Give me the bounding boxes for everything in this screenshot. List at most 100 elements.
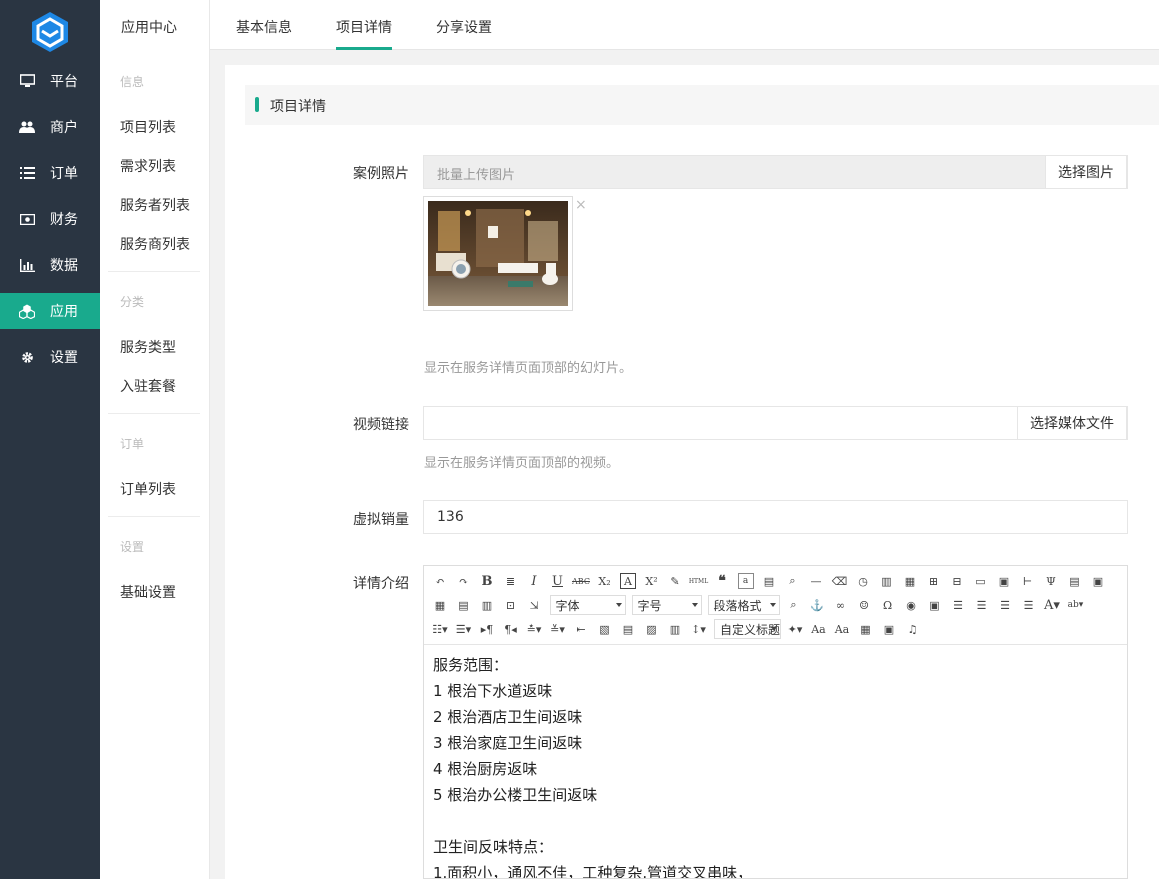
nav-item-data[interactable]: 数据 [0, 247, 100, 283]
text-case-lower-icon[interactable]: Aa [834, 621, 850, 637]
underline-icon[interactable]: U [550, 573, 566, 589]
align-center-icon[interactable]: ☰ [997, 597, 1013, 613]
horizontal-rule-icon[interactable]: — [808, 573, 824, 589]
delete-table-icon[interactable]: ▣ [996, 573, 1012, 589]
insert-row-icon[interactable]: ⊞ [926, 573, 942, 589]
text-direction-icon[interactable]: ⇲ [526, 597, 542, 613]
link-icon[interactable]: ∞ [833, 597, 849, 613]
undo-icon[interactable]: ↶ [432, 573, 448, 589]
indent-icon[interactable]: ≣ [503, 573, 519, 589]
bold-icon[interactable]: B [479, 573, 495, 589]
time-icon[interactable]: ◷ [855, 573, 871, 589]
binoculars-icon[interactable]: ◉ [903, 597, 919, 613]
photo-thumbnail[interactable] [423, 196, 573, 311]
rtl-icon[interactable]: ¶◂ [503, 621, 519, 637]
nav-item-merchant[interactable]: 商户 [0, 109, 100, 145]
unordered-list-icon[interactable]: ☰▾ [456, 621, 472, 637]
sub-item-basic-settings[interactable]: 基础设置 [120, 582, 176, 602]
split-cell-icon[interactable]: ⊢ [1020, 573, 1036, 589]
app-logo[interactable] [30, 11, 70, 53]
sub-item-order-list[interactable]: 订单列表 [120, 479, 176, 499]
tab-share-settings[interactable]: 分享设置 [436, 17, 492, 37]
remove-photo-icon[interactable]: × [575, 197, 587, 213]
align-left-icon[interactable]: ☰ [950, 597, 966, 613]
print-icon[interactable]: ▤ [761, 573, 777, 589]
spellcheck-icon[interactable]: ab▾ [1068, 597, 1084, 613]
sub-item-service-type[interactable]: 服务类型 [120, 337, 176, 357]
music-icon[interactable]: ♫ [905, 621, 921, 637]
preview-icon[interactable]: ⌕ [785, 573, 801, 589]
fullscreen-icon[interactable]: ▣ [1090, 573, 1106, 589]
paste-text-icon[interactable]: a [737, 573, 754, 589]
redo-icon[interactable]: ↷ [456, 573, 472, 589]
insert-col-icon[interactable]: ⊟ [949, 573, 965, 589]
tab-basic-info[interactable]: 基本信息 [236, 17, 292, 37]
table-grid-icon[interactable]: ▦ [432, 597, 448, 613]
video-link-input[interactable]: 选择媒体文件 [423, 406, 1128, 440]
image-none-icon[interactable]: ▤ [620, 621, 636, 637]
table-rows-icon[interactable]: ▤ [456, 597, 472, 613]
ltr-icon[interactable]: ▸¶ [479, 621, 495, 637]
blockquote-icon[interactable]: ❝ [714, 573, 730, 589]
video-icon[interactable]: ▣ [881, 621, 897, 637]
image-icon[interactable]: ▣ [927, 597, 943, 613]
emoji-icon[interactable]: ☺ [856, 597, 872, 613]
line-spacing-top-icon[interactable]: ≛▾ [526, 621, 542, 637]
format-brush-icon[interactable]: ✎ [667, 573, 683, 589]
choose-image-button[interactable]: 选择图片 [1045, 155, 1127, 189]
font-border-icon[interactable]: A [620, 573, 636, 589]
nav-item-orders[interactable]: 订单 [0, 155, 100, 191]
line-spacing-bottom-icon[interactable]: ≚▾ [550, 621, 566, 637]
nav-item-platform[interactable]: 平台 [0, 63, 100, 99]
chart-table-icon[interactable]: ▦ [858, 621, 874, 637]
image-right-icon[interactable]: ▨ [644, 621, 660, 637]
nav-item-settings[interactable]: 设置 [0, 339, 100, 375]
content-line: 4 根治厨房返味 [433, 760, 538, 778]
italic-icon[interactable]: I [526, 573, 542, 589]
page-break-icon[interactable]: ▥ [879, 573, 895, 589]
strikethrough-icon[interactable]: ABC [572, 573, 590, 589]
table-cols-icon[interactable]: ▥ [479, 597, 495, 613]
editor-toolbar: ↶ ↷ B ≣ I U ABC X₂ A X² ✎ HTML ❝ a ▤ ⌕ —… [424, 566, 1127, 645]
font-color-icon[interactable]: A▾ [1044, 597, 1060, 613]
font-size-select[interactable]: 字号 [631, 595, 702, 615]
paragraph-select[interactable]: 段落格式 [707, 595, 780, 615]
search-replace-icon[interactable]: ⌕ [786, 597, 802, 613]
photos-input[interactable]: 批量上传图片 选择图片 [423, 155, 1128, 189]
table-icon[interactable]: ▤ [1067, 573, 1083, 589]
superscript-icon[interactable]: X² [644, 573, 660, 589]
text-case-upper-icon[interactable]: Aa [811, 621, 827, 637]
table-props-icon[interactable]: ⊡ [503, 597, 519, 613]
custom-title-select[interactable]: 自定义标题 [714, 619, 781, 639]
date-icon[interactable]: ▦ [902, 573, 918, 589]
ordered-list-icon[interactable]: ☷▾ [432, 621, 448, 637]
image-center-icon[interactable]: ▥ [667, 621, 683, 637]
special-char-icon[interactable]: Ω [880, 597, 896, 613]
font-family-select[interactable]: 字体 [549, 595, 626, 615]
merge-cells-icon[interactable]: Ψ [1043, 573, 1059, 589]
image-left-icon[interactable]: ▧ [597, 621, 613, 637]
sub-sidebar-title[interactable]: 应用中心 [121, 17, 177, 37]
nav-item-finance[interactable]: 财务 [0, 201, 100, 237]
delete-row-icon[interactable]: ▭ [973, 573, 989, 589]
editor-content[interactable]: 服务范围： 1 根治下水道返味 2 根治酒店卫生间返味 3 根治家庭卫生间返味 … [433, 652, 752, 878]
sub-item-provider-list[interactable]: 服务者列表 [120, 195, 190, 215]
photos-placeholder: 批量上传图片 [437, 168, 516, 183]
nav-item-apps[interactable]: 应用 [0, 293, 100, 329]
sub-item-project-list[interactable]: 项目列表 [120, 117, 176, 137]
eraser-icon[interactable]: ⌫ [832, 573, 848, 589]
sub-item-vendor-list[interactable]: 服务商列表 [120, 234, 190, 254]
sales-input[interactable]: 136 [423, 500, 1128, 534]
html-icon[interactable]: HTML [689, 573, 708, 589]
line-height-icon[interactable]: ↕▾ [691, 621, 707, 637]
sub-item-demand-list[interactable]: 需求列表 [120, 156, 176, 176]
align-right-icon[interactable]: ☰ [974, 597, 990, 613]
indent-left-icon[interactable]: ⇤ [573, 621, 589, 637]
subscript-icon[interactable]: X₂ [597, 573, 613, 589]
anchor-icon[interactable]: ⚓ [809, 597, 825, 613]
tab-project-details[interactable]: 项目详情 [336, 17, 392, 37]
magic-wand-icon[interactable]: ✦▾ [787, 621, 803, 637]
choose-media-button[interactable]: 选择媒体文件 [1017, 406, 1127, 440]
sub-item-join-package[interactable]: 入驻套餐 [120, 376, 176, 396]
align-justify-icon[interactable]: ☰ [1021, 597, 1037, 613]
